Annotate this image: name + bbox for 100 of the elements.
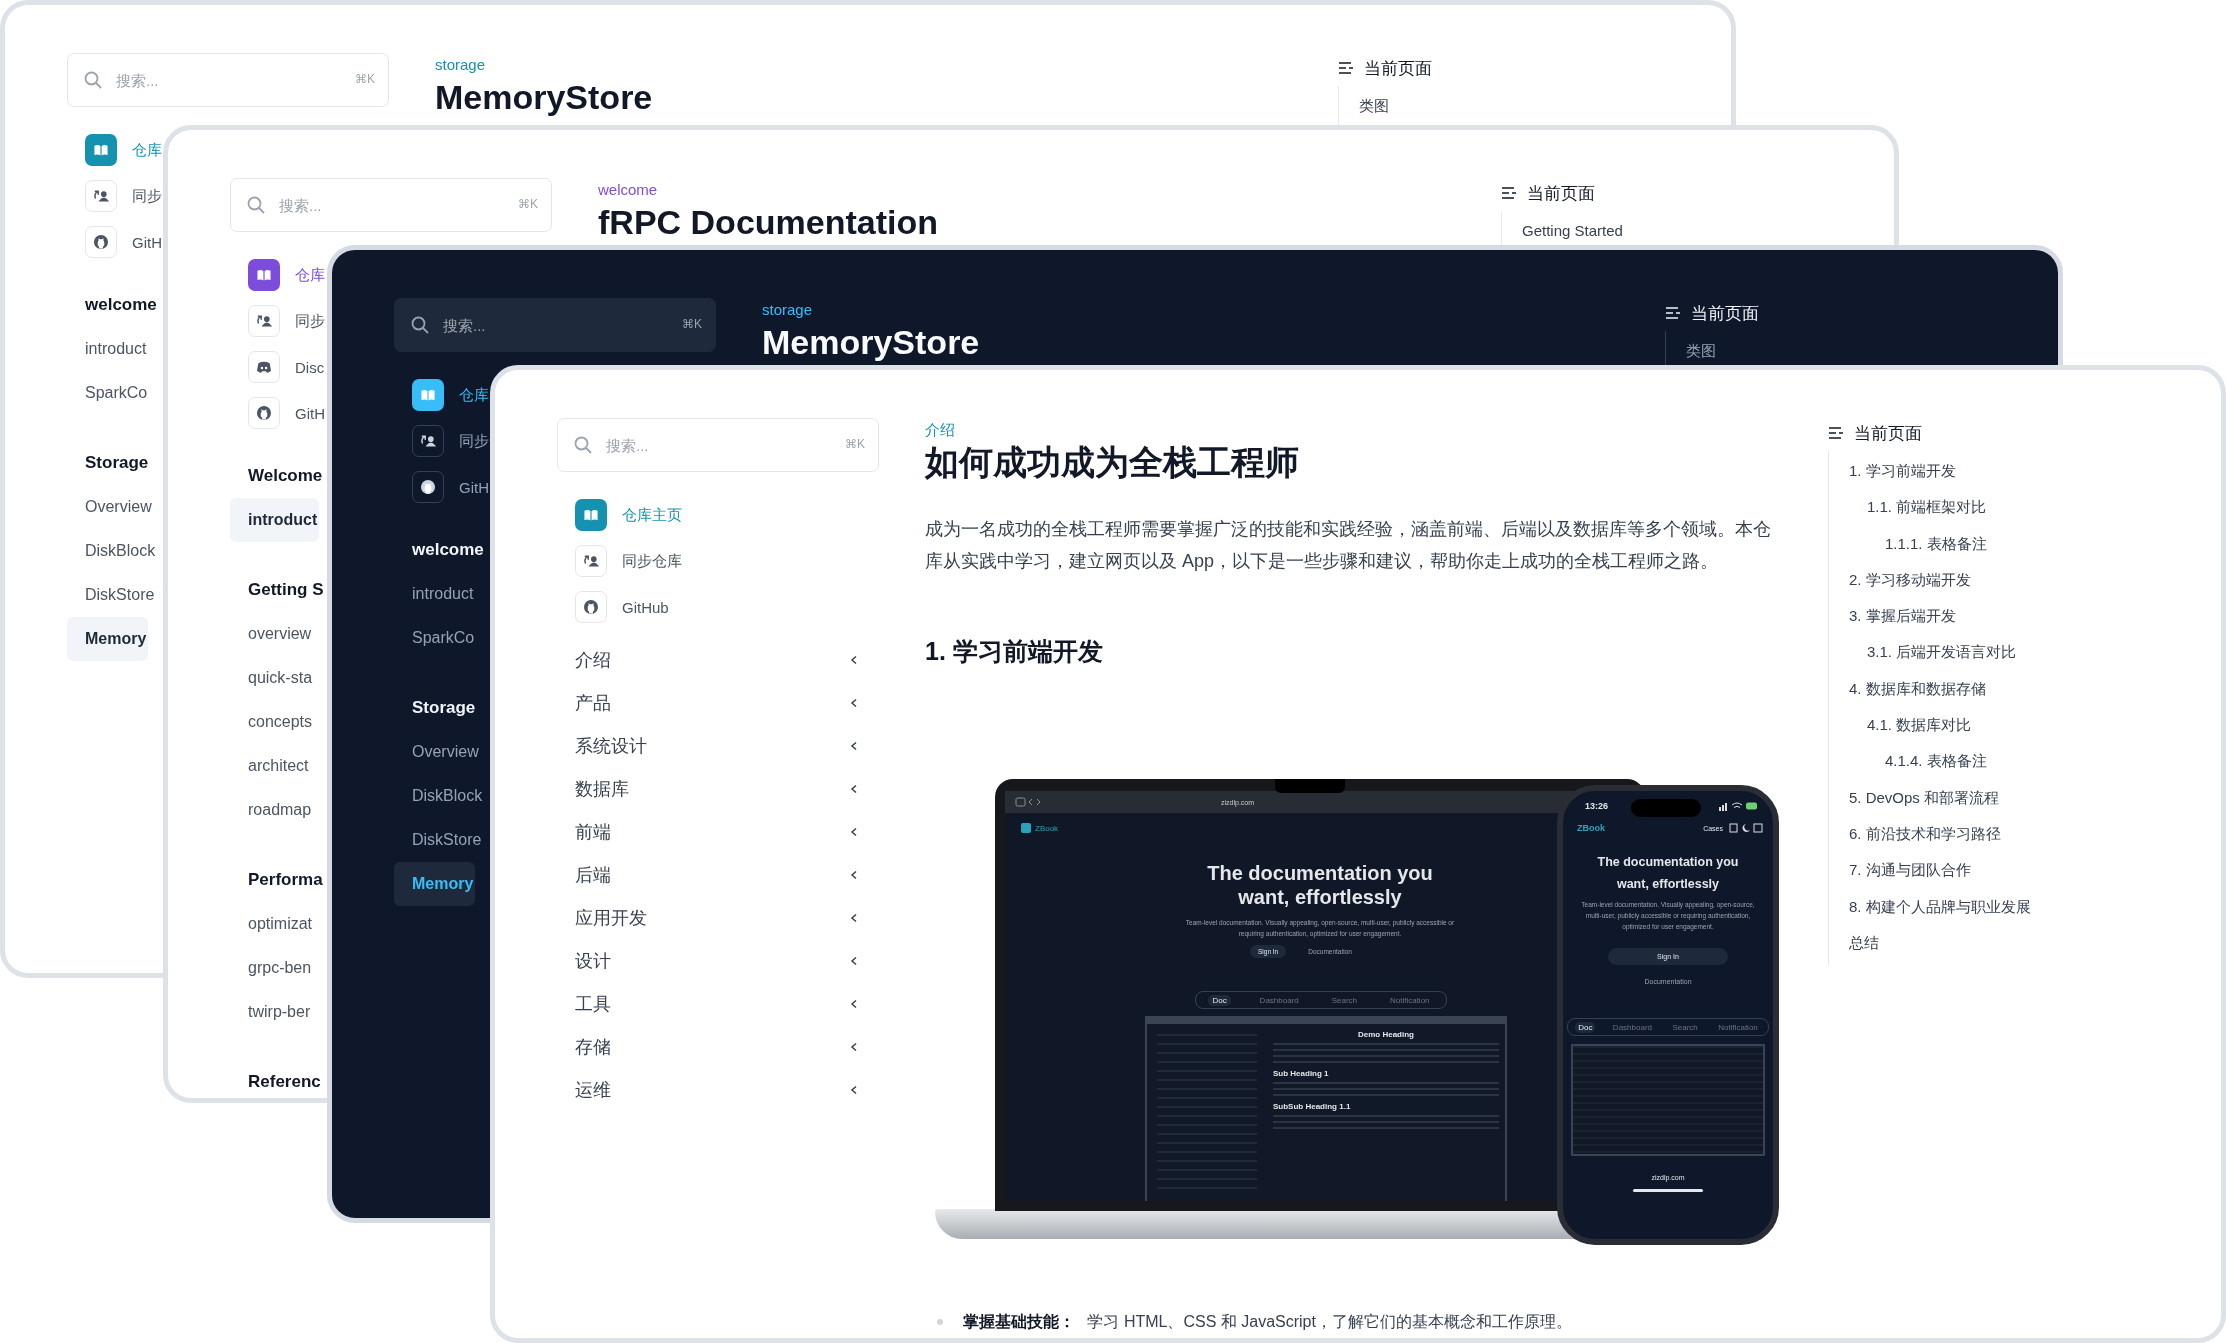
- nav-item[interactable]: 设计: [557, 939, 879, 982]
- sidebar-link[interactable]: 同步仓库: [557, 538, 686, 584]
- section-heading: 1. 学习前端开发: [925, 636, 1104, 667]
- search-icon: [573, 435, 593, 455]
- section-label: welcome: [598, 180, 659, 200]
- preview-subheading: Sub Heading 1: [1273, 1069, 1330, 1078]
- toc-link[interactable]: Getting Started: [1522, 213, 1831, 250]
- nav-item[interactable]: quick-sta: [230, 656, 315, 700]
- tab[interactable]: Doc: [1575, 1021, 1596, 1033]
- nav-item[interactable]: grpc-ben: [230, 946, 314, 990]
- sidebar-link[interactable]: GitH: [230, 390, 329, 436]
- sidebar-link[interactable]: 仓库: [394, 372, 493, 418]
- sidebar-link[interactable]: 仓库主页: [557, 492, 686, 538]
- nav-item[interactable]: twirp-ber: [230, 990, 313, 1034]
- toc-link[interactable]: 7. 沟通与团队合作: [1849, 852, 2158, 889]
- tab[interactable]: Doc: [1208, 994, 1231, 1006]
- header-icons-icon: [1729, 823, 1763, 833]
- section-label: storage: [762, 300, 814, 320]
- nav-heading: Getting S: [247, 579, 325, 601]
- search-icon: [410, 315, 430, 335]
- toc-link[interactable]: 4.1. 数据库对比: [1849, 707, 2158, 744]
- list-icon: [1501, 186, 1517, 200]
- toc-link[interactable]: 6. 前沿技术和学习路径: [1849, 815, 2158, 853]
- nav-item[interactable]: architect: [230, 744, 311, 788]
- toc-link[interactable]: 4.1.4. 表格备注: [1849, 743, 2158, 780]
- toc-link[interactable]: 3. 掌握后端开发: [1849, 598, 2158, 635]
- nav-item[interactable]: 系统设计: [557, 724, 879, 767]
- nav-item[interactable]: Overview: [67, 485, 154, 529]
- nav-item[interactable]: DiskBlock: [394, 774, 485, 818]
- nav-item[interactable]: 应用开发: [557, 896, 879, 939]
- nav-item[interactable]: 后端: [557, 853, 879, 896]
- toc-link[interactable]: 1. 学习前端开发: [1849, 453, 2158, 490]
- nav-item[interactable]: 工具: [557, 982, 879, 1025]
- nav-heading: Welcome: [247, 465, 324, 487]
- toc-link[interactable]: 类图: [1359, 88, 1668, 125]
- camera-notch: [1275, 779, 1345, 793]
- nav-heading: Storage: [411, 697, 477, 719]
- nav-item[interactable]: DiskStore: [394, 818, 484, 862]
- brand-name: ZBook: [1577, 823, 1606, 833]
- nav-item[interactable]: DiskStore: [67, 573, 157, 617]
- bullet-text: 掌握基础技能： 学习 HTML、CSS 和 JavaScript，了解它们的基本概念和工作原理。: [963, 1311, 1572, 1332]
- sidebar-link[interactable]: GitH: [67, 219, 166, 265]
- toc-link[interactable]: 8. 构建个人品牌与职业发展: [1849, 888, 2158, 925]
- nav-item[interactable]: 数据库: [557, 767, 879, 810]
- nav-item[interactable]: introduct: [230, 498, 320, 542]
- shortcut-hint: ⌘K: [845, 437, 865, 451]
- toc-title: 当前页面: [1364, 57, 1432, 80]
- sidebar-link[interactable]: Disc: [230, 344, 329, 390]
- toc-link[interactable]: 5. DevOps 和部署流程: [1849, 779, 2158, 816]
- nav-item[interactable]: optimizat: [230, 902, 315, 946]
- toc-link[interactable]: 1.1. 前端框架对比: [1849, 489, 2158, 526]
- nav-item[interactable]: DiskBlock: [67, 529, 158, 573]
- toc-link[interactable]: 1.1.1. 表格备注: [1849, 525, 2158, 562]
- tab[interactable]: Dashboard: [1609, 1021, 1655, 1033]
- nav-heading: welcome: [411, 539, 485, 561]
- tab[interactable]: Search: [1327, 994, 1362, 1006]
- tab[interactable]: Notification: [1385, 994, 1434, 1006]
- nav-item[interactable]: SparkCo: [67, 371, 150, 415]
- nav-item[interactable]: 运维: [557, 1068, 879, 1111]
- nav-heading: welcome: [84, 294, 158, 316]
- search-icon: [246, 195, 266, 215]
- toc-link[interactable]: 4. 数据库和数据存储: [1849, 670, 2158, 708]
- sidebar-link[interactable]: 同步: [67, 173, 166, 219]
- hero-headline: The documentation you want, effortlessly: [1206, 861, 1434, 909]
- nav-item[interactable]: 产品: [557, 681, 879, 724]
- nav-item[interactable]: Memory: [394, 862, 476, 906]
- sidebar-link[interactable]: 同步: [230, 298, 329, 344]
- nav-item[interactable]: 介绍: [557, 638, 879, 681]
- intro-paragraph: 成为一名成功的全栈工程师需要掌握广泛的技能和实践经验，涵盖前端、后端以及数据库等多个领域。本仓库从实践中学习，建立网页以及 App，以下是一些步骤和建议，帮助你走上成功的全栈工程师之路。: [925, 518, 1772, 573]
- nav-item[interactable]: Overview: [394, 730, 481, 774]
- nav-item[interactable]: 存储: [557, 1025, 879, 1068]
- nav-item[interactable]: 前端: [557, 810, 879, 853]
- sidebar-link[interactable]: 同步: [394, 418, 493, 464]
- nav-item[interactable]: SparkCo: [394, 616, 477, 660]
- clock-time: 13:26: [1585, 801, 1609, 811]
- tab[interactable]: Search: [1669, 1021, 1701, 1033]
- nav-item[interactable]: overview: [230, 612, 314, 656]
- section-label: 介绍: [925, 420, 956, 440]
- section-label: storage: [435, 55, 487, 75]
- shortcut-hint: ⌘K: [518, 197, 538, 211]
- sidebar-link[interactable]: GitH: [394, 464, 493, 510]
- nav-heading: Performa: [247, 869, 324, 891]
- nav-item[interactable]: Memory: [67, 617, 149, 661]
- sidebar-link[interactable]: 仓库: [67, 127, 166, 173]
- toc-link[interactable]: 类图: [1686, 333, 1995, 370]
- toc-link[interactable]: 总结: [1849, 924, 2158, 962]
- nav-item[interactable]: concepts: [230, 700, 315, 744]
- nav-item[interactable]: introduct: [394, 572, 476, 616]
- nav-heading: Storage: [84, 452, 150, 474]
- page-title: fRPC Documentation: [598, 202, 939, 243]
- toc-link[interactable]: 3.1. 后端开发语言对比: [1849, 634, 2158, 671]
- nav-item[interactable]: roadmap: [230, 788, 314, 832]
- toc-link[interactable]: 2. 学习移动端开发: [1849, 561, 2158, 599]
- nav-item[interactable]: introduct: [67, 327, 149, 371]
- camera-island: [1631, 799, 1701, 817]
- search-icon: [83, 70, 103, 90]
- sidebar-link[interactable]: 仓库: [230, 252, 329, 298]
- tab[interactable]: Notification: [1715, 1021, 1761, 1033]
- tab[interactable]: Dashboard: [1255, 994, 1303, 1006]
- sidebar-link[interactable]: GitHub: [557, 584, 673, 630]
